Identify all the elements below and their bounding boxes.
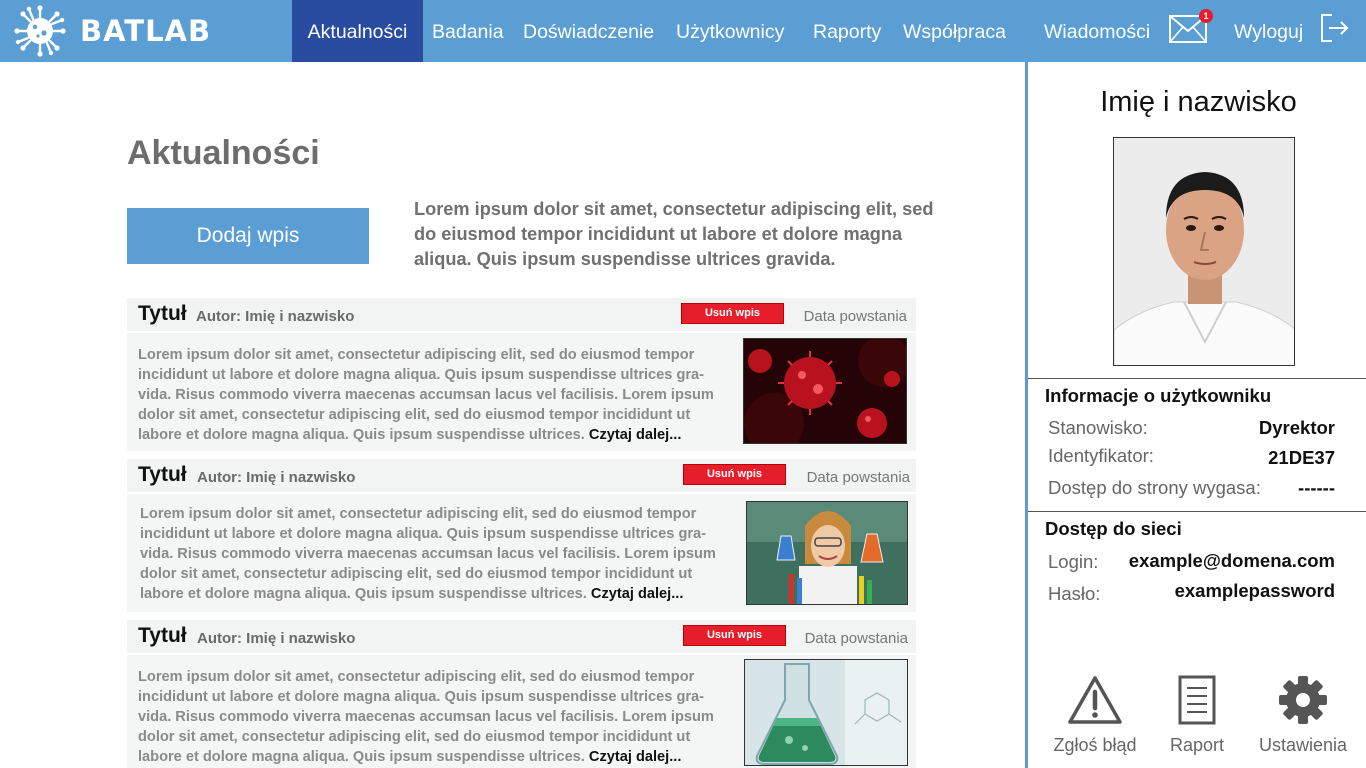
password-value: examplepassword <box>1174 580 1335 601</box>
nav-item-wiadomosci[interactable]: Wiadomości <box>1044 0 1150 62</box>
post-body: Lorem ipsum dolor sit amet, consectetur … <box>127 494 916 612</box>
access-expires-label: Dostęp do strony wygasa: <box>1048 477 1261 498</box>
intro-text: Lorem ipsum dolor sit amet, consectetur … <box>414 199 934 269</box>
delete-post-button[interactable]: Usuń wpis <box>683 625 786 646</box>
post-header: Tytuł Autor: Imię i nazwisko Usuń wpis D… <box>127 459 916 492</box>
report-label: Raport <box>1169 735 1225 755</box>
login-value: example@domena.com <box>1128 550 1335 571</box>
post-text: Lorem ipsum dolor sit amet, consectetur … <box>140 504 725 604</box>
brand-name: BATLAB <box>80 14 212 48</box>
post-date: Data powstania <box>803 308 907 325</box>
identifier-value: 21DE37 <box>1268 447 1335 468</box>
post-header: Tytuł Autor: Imię i nazwisko Usuń wpis D… <box>127 298 916 331</box>
post-title[interactable]: Tytuł <box>138 624 187 648</box>
report-icon <box>1178 675 1216 725</box>
password-label: Hasło: <box>1048 583 1101 604</box>
post-author: Autor: Imię i nazwisko <box>197 630 356 647</box>
user-sidebar: Imię i nazwisko Informacje o użytkowniku… <box>1025 62 1366 768</box>
nav-item-doswiadczenie[interactable]: Doświadczenie <box>523 0 654 62</box>
brand[interactable]: BATLAB <box>14 4 211 58</box>
delete-post-button[interactable]: Usuń wpis <box>683 464 786 485</box>
post-date: Data powstania <box>804 630 908 647</box>
message-count-badge: 1 <box>1199 9 1213 23</box>
logout-icon <box>1321 14 1349 42</box>
read-more-link[interactable]: Czytaj dalej... <box>589 427 681 443</box>
position-label: Stanowisko: <box>1048 417 1148 438</box>
profile-photo <box>1113 137 1295 366</box>
post-title[interactable]: Tytuł <box>138 302 187 326</box>
virus-logo-icon <box>14 5 66 57</box>
post-header: Tytuł Autor: Imię i nazwisko Usuń wpis D… <box>127 620 916 653</box>
post-author: Autor: Imię i nazwisko <box>196 308 355 325</box>
post-card: Tytuł Autor: Imię i nazwisko Usuń wpis D… <box>127 298 916 451</box>
flask-image[interactable] <box>744 659 908 766</box>
read-more-link[interactable]: Czytaj dalej... <box>589 749 681 765</box>
nav-item-wyloguj[interactable]: Wyloguj <box>1234 0 1303 62</box>
nav-item-badania[interactable]: Badania <box>432 0 504 62</box>
position-value: Dyrektor <box>1258 417 1335 438</box>
post-title[interactable]: Tytuł <box>138 463 187 487</box>
scientist-image[interactable] <box>746 501 908 605</box>
login-label: Login: <box>1048 551 1099 572</box>
post-card: Tytuł Autor: Imię i nazwisko Usuń wpis D… <box>127 620 916 768</box>
post-text: Lorem ipsum dolor sit amet, consectetur … <box>138 345 723 445</box>
report-bug-button[interactable]: Zgłoś błąd <box>1045 674 1145 756</box>
add-post-button[interactable]: Dodaj wpis <box>127 208 369 264</box>
report-bug-label: Zgłoś błąd <box>1053 735 1137 755</box>
post-date: Data powstania <box>806 469 910 486</box>
warning-icon <box>1068 676 1122 724</box>
user-info-title: Informacje o użytkowniku <box>1045 385 1272 406</box>
page-title: Aktualności <box>127 134 320 172</box>
access-expires-value: ------ <box>1298 477 1335 498</box>
divider <box>1028 511 1366 512</box>
post-author: Autor: Imię i nazwisko <box>197 469 356 486</box>
post-body: Lorem ipsum dolor sit amet, consectetur … <box>127 655 916 768</box>
settings-button[interactable]: Ustawienia <box>1248 674 1358 756</box>
virus-image[interactable] <box>743 338 907 444</box>
top-navigation-bar: BATLAB Aktualności Badania Doświadczenie… <box>0 0 1366 62</box>
logout-button[interactable] <box>1318 12 1350 49</box>
nav-item-aktualnosci[interactable]: Aktualności <box>292 0 423 62</box>
post-text: Lorem ipsum dolor sit amet, consectetur … <box>138 667 723 767</box>
gear-icon <box>1279 676 1327 724</box>
settings-label: Ustawienia <box>1258 735 1348 755</box>
delete-post-button[interactable]: Usuń wpis <box>681 303 784 324</box>
identifier-label: Identyfikator: <box>1048 445 1154 466</box>
report-button[interactable]: Raport <box>1155 674 1239 756</box>
post-body: Lorem ipsum dolor sit amet, consectetur … <box>127 333 916 451</box>
read-more-link[interactable]: Czytaj dalej... <box>591 586 683 602</box>
messages-button[interactable]: 1 <box>1168 9 1213 51</box>
network-access-title: Dostęp do sieci <box>1045 518 1182 539</box>
nav-item-uzytkownicy[interactable]: Użytkownicy <box>676 0 784 62</box>
divider <box>1028 378 1366 379</box>
post-card: Tytuł Autor: Imię i nazwisko Usuń wpis D… <box>127 459 916 612</box>
nav-item-wspolpraca[interactable]: Współpraca <box>903 0 1006 62</box>
nav-item-raporty[interactable]: Raporty <box>813 0 881 62</box>
profile-name: Imię i nazwisko <box>1100 86 1297 118</box>
